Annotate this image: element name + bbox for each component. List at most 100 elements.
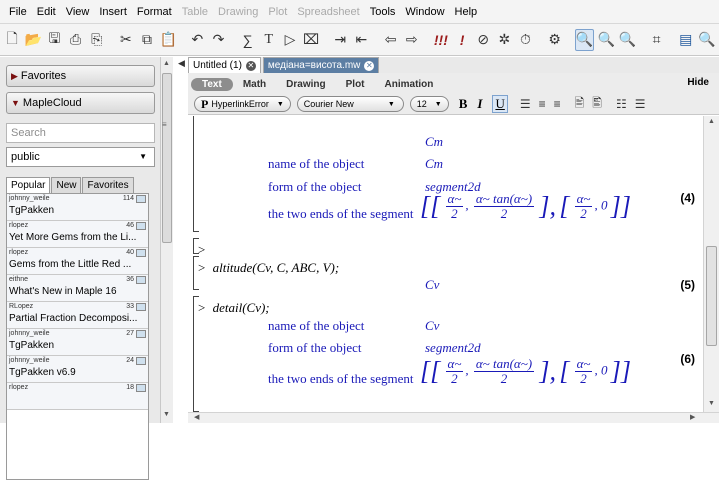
scroll-left-icon[interactable]: ◀ (194, 413, 199, 421)
align-right-icon[interactable]: ≡ (554, 97, 561, 111)
font-select[interactable]: Courier New ▼ (296, 96, 404, 112)
debug-icon[interactable]: ✲ (495, 29, 513, 51)
menu-insert[interactable]: Insert (94, 0, 132, 24)
doc-tab-mediana[interactable]: медіана=висота.mw ✕ (262, 57, 380, 73)
menu-edit[interactable]: Edit (32, 0, 61, 24)
underline-button[interactable]: U (492, 95, 508, 113)
menu-view[interactable]: View (61, 0, 95, 24)
empty-prompt[interactable]: > (198, 242, 205, 258)
zoom-100-icon[interactable]: 🔍 (574, 28, 595, 51)
style-select[interactable]: P HyperlinkError ▼ (194, 96, 291, 112)
paste-icon[interactable]: 📋 (159, 29, 177, 51)
execution-group-bracket[interactable] (193, 238, 199, 254)
splitter-grip-icon[interactable]: ≡ (162, 120, 167, 129)
execute-all-icon[interactable]: !!! (432, 29, 450, 51)
numbered-list-icon[interactable]: ☰ (635, 97, 646, 111)
menu-plot[interactable]: Plot (263, 0, 292, 24)
outdent-icon[interactable]: ⇤ (352, 29, 370, 51)
hide-button[interactable]: Hide (687, 77, 709, 88)
layout-icon[interactable]: ▤ (677, 29, 695, 51)
tab-favorites[interactable]: Favorites (82, 177, 134, 193)
size-select[interactable]: 12 ▼ (409, 96, 449, 112)
maple-command[interactable]: altitude(Cv, C, ABC, V); (213, 260, 340, 275)
palette-scrollbar[interactable]: ▲ ▼ (160, 57, 173, 423)
save-icon[interactable]: 🖫 (45, 29, 63, 51)
mode-text[interactable]: Text (191, 77, 233, 91)
list-item[interactable]: johnny_weile 24 TgPakken v6.9 (7, 356, 148, 383)
maplecloud-palette-header[interactable]: ▼ MapleCloud (6, 92, 155, 114)
input-prompt[interactable]: > altitude(Cv, C, ABC, V); (198, 260, 339, 276)
bold-button[interactable]: B (459, 96, 468, 112)
mode-plot[interactable]: Plot (336, 79, 375, 90)
group-select[interactable]: public ▼ (6, 147, 155, 167)
menu-help[interactable]: Help (450, 0, 483, 24)
scroll-right-icon[interactable]: ▶ (690, 413, 695, 421)
scroll-up-icon[interactable]: ▲ (163, 60, 170, 67)
scroll-up-icon[interactable]: ▲ (708, 118, 715, 125)
document-vertical-scrollbar[interactable]: ▲ ▼ (703, 116, 719, 412)
forward-icon[interactable]: ⇨ (403, 29, 421, 51)
input-prompt[interactable]: > detail(Cv); (198, 300, 270, 316)
menu-table[interactable]: Table (177, 0, 213, 24)
favorites-palette-header[interactable]: ▶ Favorites (6, 65, 155, 87)
open-folder-icon[interactable]: 📂 (24, 29, 42, 51)
align-center-icon[interactable]: ≡ (539, 97, 546, 111)
cloud-search-input[interactable]: Search (6, 123, 155, 143)
italic-button[interactable]: I (477, 96, 482, 112)
list-item[interactable]: RLopez 33 Partial Fraction Decomposi... (7, 302, 148, 329)
execute-icon[interactable]: ! (453, 29, 471, 51)
list-item[interactable]: eithne 36 What's New in Maple 16 (7, 275, 148, 302)
maple-command[interactable]: detail(Cv); (213, 300, 270, 315)
back-icon[interactable]: ⇦ (382, 29, 400, 51)
collapse-section-icon[interactable]: ⌧ (302, 29, 320, 51)
format-toggle-icon[interactable]: ⌗ (648, 29, 666, 51)
stop-icon[interactable]: ⊘ (474, 29, 492, 51)
scroll-down-icon[interactable]: ▼ (163, 411, 170, 418)
tab-popular[interactable]: Popular (6, 177, 51, 193)
menu-drawing[interactable]: Drawing (213, 0, 263, 24)
help-search-icon[interactable]: 🔍 (698, 29, 716, 51)
insert-text-icon[interactable]: T (260, 29, 278, 51)
menu-window[interactable]: Window (400, 0, 449, 24)
list-item[interactable]: rlopez 40 Gems from the Little Red ... (7, 248, 148, 275)
print-icon[interactable]: ⎙ (66, 29, 84, 51)
list-item[interactable]: rlopez 18 (7, 383, 148, 410)
execution-group-bracket[interactable] (193, 116, 199, 232)
redo-icon[interactable]: ↷ (209, 29, 227, 51)
doc-tab-untitled[interactable]: Untitled (1) ✕ (188, 57, 261, 73)
align-left-icon[interactable]: ☰ (520, 97, 531, 111)
scroll-down-icon[interactable]: ▼ (708, 400, 715, 407)
mode-animation[interactable]: Animation (375, 79, 444, 90)
tab-new[interactable]: New (51, 177, 82, 193)
close-icon[interactable]: ✕ (245, 60, 256, 71)
list-item[interactable]: johnny_weile 114 TgPakken (7, 194, 148, 221)
timer-icon[interactable]: ⏱ (516, 29, 534, 51)
zoom-150-icon[interactable]: 🔍 (597, 29, 615, 51)
bullet-list-icon[interactable]: ☷ (616, 97, 627, 111)
new-document-icon[interactable]: 🗋 (3, 29, 21, 51)
text-color-icon[interactable]: 🖹 (575, 94, 585, 115)
list-item[interactable]: johnny_weile 27 TgPakken (7, 329, 148, 356)
restart-icon[interactable]: ⚙ (546, 29, 564, 51)
worksheet-document[interactable]: Cm name of the object Cm form of the obj… (188, 116, 703, 412)
mode-math[interactable]: Math (233, 79, 276, 90)
close-icon[interactable]: ✕ (364, 60, 375, 71)
zoom-200-icon[interactable]: 🔍 (618, 29, 636, 51)
copy-icon[interactable]: ⧉ (138, 29, 156, 51)
scrollbar-thumb[interactable] (706, 246, 717, 346)
cut-icon[interactable]: ✂ (117, 29, 135, 51)
mode-drawing[interactable]: Drawing (276, 79, 335, 90)
print-preview-icon[interactable]: ⎘ (88, 29, 106, 51)
collapse-panel-icon[interactable]: ◀ (178, 58, 185, 69)
menu-spreadsheet[interactable]: Spreadsheet (292, 0, 364, 24)
list-item[interactable]: rlopez 46 Yet More Gems from the Li... (7, 221, 148, 248)
scrollbar-thumb[interactable] (162, 73, 172, 243)
menu-tools[interactable]: Tools (365, 0, 401, 24)
insert-prompt-icon[interactable]: ▷ (281, 29, 299, 51)
insert-math-icon[interactable]: ∑ (239, 29, 257, 51)
document-horizontal-scrollbar[interactable]: ◀ ▶ (188, 412, 719, 423)
indent-icon[interactable]: ⇥ (331, 29, 349, 51)
highlight-color-icon[interactable]: 🖺 (592, 94, 602, 115)
menu-format[interactable]: Format (132, 0, 177, 24)
menu-file[interactable]: File (4, 0, 32, 24)
